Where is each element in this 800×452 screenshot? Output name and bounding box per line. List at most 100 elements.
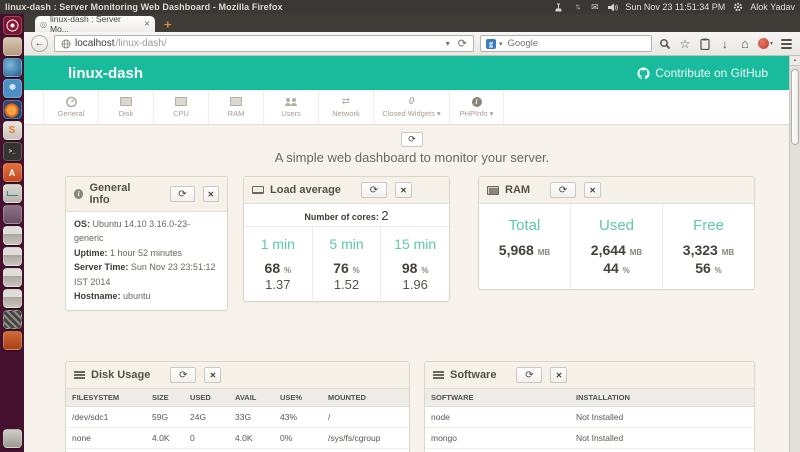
nav-closed-widgets[interactable]: 0 Closed Widgets ▾	[373, 90, 449, 124]
nav-ram[interactable]: RAM	[208, 90, 263, 124]
refresh-button[interactable]: ⟳	[516, 367, 543, 384]
search-input[interactable]	[505, 37, 646, 50]
firefox-window: ◎ linux-dash : Server Mo... ✕ + ← localh…	[24, 14, 800, 452]
back-button[interactable]: ←	[31, 35, 48, 52]
close-button[interactable]: ✕	[394, 182, 412, 198]
engine-dropdown-icon[interactable]: ▾	[499, 40, 503, 48]
refresh-button[interactable]: ⟳	[170, 367, 197, 384]
nav-label: Users	[281, 109, 301, 118]
nav-label: PHPInfo ▾	[459, 109, 494, 118]
nav-users[interactable]: Users	[263, 90, 318, 124]
widget-title: Load average	[270, 184, 341, 196]
nav-phpinfo[interactable]: i PHPInfo ▾	[449, 90, 504, 124]
sublime-text-icon[interactable]: S	[2, 121, 22, 140]
unity-launcher: S >_ A	[0, 14, 24, 452]
monitor-icon	[175, 96, 187, 107]
scroll-up-icon[interactable]: ▴	[790, 56, 800, 66]
ram-col-used: Used 2,644 MB 44 %	[570, 204, 662, 290]
scrollbar-thumb[interactable]	[791, 69, 799, 145]
widgets-row-top: i General Info ⟳ ✕ OS: Ubuntu 14.10 3.16…	[65, 176, 800, 312]
disk-drive-icon[interactable]	[2, 289, 22, 308]
close-button[interactable]: ✕	[584, 182, 602, 198]
chromium-icon[interactable]	[2, 79, 22, 98]
clock[interactable]: Sun Nov 23 11:51:34 PM	[625, 2, 725, 12]
table-header-row: SOFTWARE INSTALLATION	[425, 389, 754, 408]
browser-toolbar: ← localhost /linux-dash/ ▾ ⟳ g ▾ ☆ ↓ ⌂ ▾	[24, 32, 800, 56]
info-icon: i	[74, 189, 84, 199]
general-info-body: OS: Ubuntu 14.10 3.16.0-23-generic Uptim…	[74, 219, 216, 301]
disk-drive-icon[interactable]	[2, 247, 22, 266]
sound-indicator-icon[interactable]	[607, 2, 618, 13]
installer-icon[interactable]	[2, 331, 22, 350]
username[interactable]: Alok Yadav	[750, 2, 795, 12]
bookmark-star-icon[interactable]: ☆	[678, 37, 692, 51]
disk-drive-icon[interactable]	[2, 268, 22, 287]
refresh-button[interactable]: ⟳	[360, 182, 387, 198]
keyboard-indicator-icon[interactable]	[553, 2, 564, 13]
thunderbird-icon[interactable]	[2, 58, 22, 77]
load-col-15min: 15 min 98 % 1.96	[380, 227, 449, 302]
network-indicator-icon[interactable]: ↑↓	[571, 2, 582, 13]
github-link[interactable]: Contribute on GitHub	[637, 66, 768, 80]
close-button[interactable]: ✕	[550, 367, 568, 384]
nav-network[interactable]: ⇄ Network	[318, 90, 373, 124]
refresh-all-button[interactable]: ⟳	[401, 132, 423, 147]
list-icon	[433, 371, 444, 374]
reload-icon[interactable]: ⟳	[458, 37, 467, 50]
message-indicator-icon[interactable]: ✉	[589, 2, 600, 13]
ram-widget: RAM ⟳ ✕ Total 5,968 MB Used 2,644 MB 44 …	[478, 176, 755, 291]
firefox-icon[interactable]	[2, 100, 22, 119]
chevron-down-icon: ▾	[436, 109, 441, 118]
disk-usage-header: Disk Usage ⟳ ✕	[66, 362, 409, 390]
nav-disk[interactable]: Disk	[98, 90, 153, 124]
load-average-header: Load average ⟳ ✕	[244, 177, 449, 204]
disk-usage-widget: Disk Usage ⟳ ✕ FILESYSTEM SIZE USED AVAIL …	[65, 361, 410, 452]
terminal-icon[interactable]: >_	[2, 142, 22, 161]
addon-badge-icon	[757, 38, 769, 49]
refresh-button[interactable]: ⟳	[550, 182, 577, 198]
chevron-down-icon: ▾	[489, 109, 494, 118]
close-button[interactable]: ✕	[202, 186, 219, 202]
info-icon: i	[471, 96, 482, 107]
laptop-icon	[252, 186, 264, 194]
software-table: SOFTWARE INSTALLATION node Not Installed m…	[425, 389, 754, 452]
downloads-icon[interactable]: ↓	[718, 37, 732, 51]
nav-label: CPU	[173, 109, 189, 118]
bookmarks-menu-icon[interactable]	[698, 37, 712, 51]
load-col-1min: 1 min 68 % 1.37	[260, 236, 295, 293]
widgets-row-bottom: Disk Usage ⟳ ✕ FILESYSTEM SIZE USED AVAIL …	[65, 361, 800, 452]
new-tab-button[interactable]: +	[164, 18, 172, 32]
table-row: none 4.0K 0 4.0K 0%/sys/fs/cgroup	[66, 427, 409, 449]
linux-dash-page: linux-dash Contribute on GitHub General …	[24, 56, 800, 452]
software-widget: Software ⟳ ✕ SOFTWARE INSTALLATION node No…	[424, 361, 755, 452]
page-scrollbar[interactable]: ▴	[789, 56, 800, 452]
browser-tab[interactable]: ◎ linux-dash : Server Mo... ✕	[35, 14, 155, 34]
url-input[interactable]: localhost /linux-dash/ ▾ ⟳	[54, 35, 474, 52]
close-button[interactable]: ✕	[204, 367, 222, 384]
search-magnifier-icon[interactable]	[658, 37, 672, 51]
session-gear-icon[interactable]	[732, 2, 743, 13]
trash-icon[interactable]	[2, 429, 22, 448]
videos-icon[interactable]	[2, 310, 22, 329]
menu-hamburger-icon[interactable]	[779, 37, 793, 51]
nav-cpu[interactable]: CPU	[153, 90, 208, 124]
search-box[interactable]: g ▾	[479, 35, 652, 52]
disk-drive-icon[interactable]	[2, 226, 22, 245]
addon-button[interactable]: ▾	[757, 38, 773, 49]
load-col-5min: 5 min 76 % 1.52	[311, 227, 381, 302]
system-monitor-icon[interactable]	[2, 184, 22, 203]
nav-general[interactable]: General	[43, 90, 98, 124]
files-icon[interactable]	[2, 37, 22, 56]
refresh-button[interactable]: ⟳	[170, 186, 195, 202]
github-link-label: Contribute on GitHub	[655, 66, 768, 80]
ubuntu-dash-icon[interactable]	[2, 16, 22, 35]
home-icon[interactable]: ⌂	[738, 37, 752, 51]
tab-close-icon[interactable]: ✕	[144, 20, 150, 28]
software-center-icon[interactable]: A	[2, 163, 22, 182]
gauge-icon	[65, 96, 78, 107]
system-settings-icon[interactable]	[2, 205, 22, 224]
app-title: linux-dash	[68, 64, 144, 82]
url-dropdown-icon[interactable]: ▾	[446, 39, 450, 48]
general-info-widget: i General Info ⟳ ✕ OS: Ubuntu 14.10 3.16…	[65, 176, 228, 312]
load-columns: 1 min 68 % 1.37 5 min 76 % 1.52 15 min 9…	[244, 227, 449, 302]
